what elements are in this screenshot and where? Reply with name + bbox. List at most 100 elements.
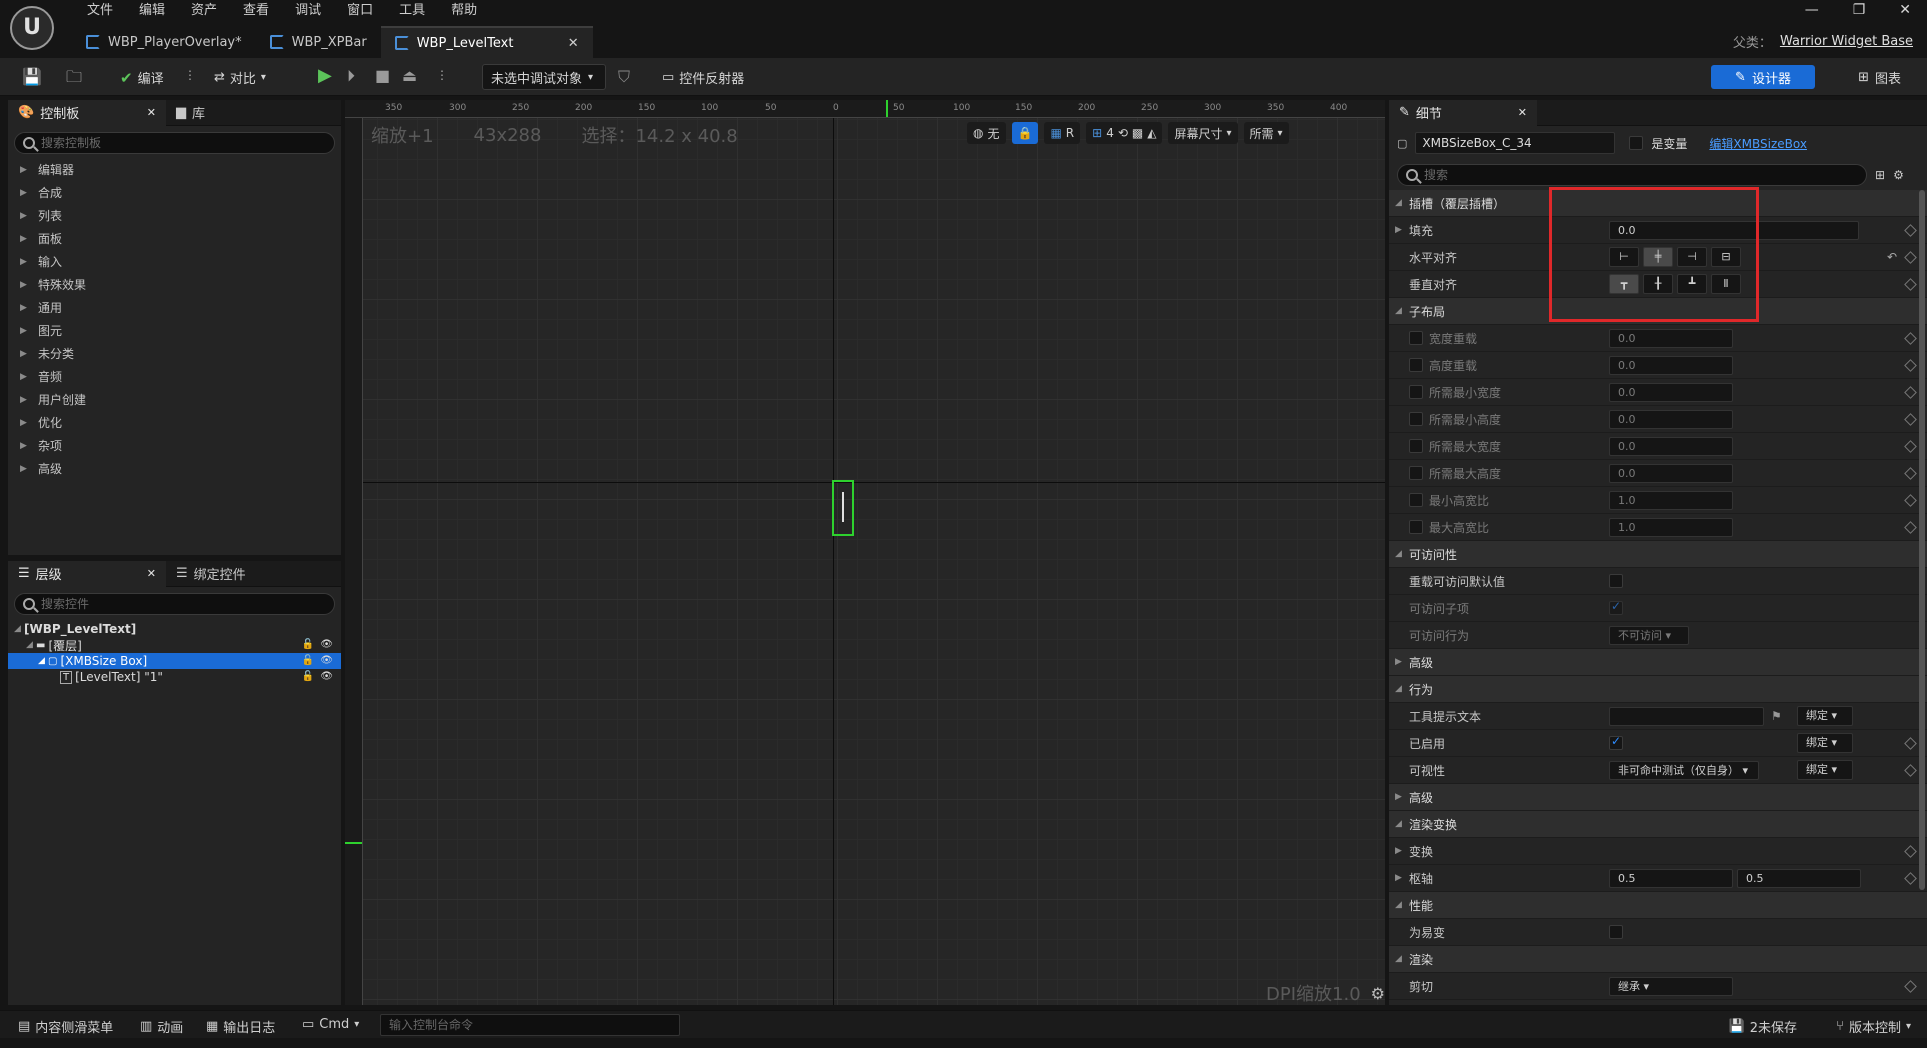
prop-value[interactable]: 0.0 — [1609, 355, 1733, 375]
fill-mode-select[interactable]: 所需 ▾ — [1243, 122, 1289, 144]
diff-button[interactable]: ⇄ 对比 ▾ — [214, 68, 266, 87]
content-drawer-button[interactable]: ▤ 内容侧滑菜单 — [18, 1017, 113, 1036]
bind-button[interactable]: 绑定 ▾ — [1797, 760, 1853, 780]
tab-hierarchy[interactable]: ☰ 层级 ✕ — [8, 560, 166, 587]
category-rendering[interactable]: ◢ 渲染 — [1389, 946, 1927, 973]
table-view-icon[interactable]: ⊞ — [1875, 168, 1885, 182]
override-checkbox[interactable] — [1409, 493, 1423, 507]
keyframe-diamond-icon[interactable] — [1904, 277, 1917, 291]
lock-icon[interactable]: 🔓 — [302, 639, 314, 650]
category-special-effects[interactable]: ▶ 特殊效果 — [8, 273, 341, 296]
console-input[interactable]: 输入控制台命令 — [380, 1014, 680, 1036]
keyframe-diamond-icon[interactable] — [1904, 331, 1917, 345]
eye-icon[interactable]: 👁 — [320, 639, 333, 650]
step-icon[interactable]: ⏵ — [347, 66, 355, 86]
category-audio[interactable]: ▶ 音频 — [8, 365, 341, 388]
close-icon[interactable]: ✕ — [147, 567, 156, 580]
tab-palette[interactable]: 🎨 控制板 ✕ — [8, 99, 166, 126]
bind-button[interactable]: 绑定 ▾ — [1797, 733, 1853, 753]
lock-icon[interactable]: 🔓 — [302, 671, 314, 682]
designer-canvas[interactable]: 缩放+1 43x288 选择：14.2 x 40.8 ◍ 无 🔒 ▦ R ⊞ 4… — [345, 100, 1385, 1005]
eye-icon[interactable]: 👁 — [320, 655, 333, 666]
restore-icon[interactable]: ❐ — [1853, 2, 1866, 18]
details-search[interactable] — [1397, 164, 1867, 186]
keyframe-diamond-icon[interactable] — [1904, 763, 1917, 777]
respect-locks-control[interactable]: ▦ R — [1044, 122, 1081, 144]
category-user-created[interactable]: ▶ 用户创建 — [8, 388, 341, 411]
category-performance[interactable]: ◢ 性能 — [1389, 892, 1927, 919]
override-checkbox[interactable] — [1409, 412, 1423, 426]
clipping-select[interactable]: 继承 ▾ — [1609, 976, 1733, 996]
keyframe-diamond-icon[interactable] — [1904, 844, 1917, 858]
close-icon[interactable]: ✕ — [147, 106, 156, 119]
category-advanced[interactable]: ▶ 高级 — [8, 457, 341, 480]
tree-item-leveltext[interactable]: T [LevelText] "1" 🔓 👁 — [8, 669, 341, 685]
localization-control[interactable]: ◍ 无 — [967, 122, 1006, 144]
caret-right-icon[interactable]: ▶ — [1395, 225, 1405, 235]
menu-tools[interactable]: 工具 — [386, 0, 438, 22]
tab-wbp-playeroverlay[interactable]: WBP_PlayerOverlay* — [72, 26, 256, 58]
pivot-x-input[interactable]: 0.5 — [1609, 868, 1733, 888]
caret-right-icon[interactable]: ▶ — [1395, 873, 1405, 883]
tab-library[interactable]: ▆ 库 — [166, 100, 215, 126]
menu-edit[interactable]: 编辑 — [126, 0, 178, 22]
play-options-icon[interactable]: ⋮ — [436, 68, 448, 82]
prop-value[interactable]: 0.0 — [1609, 409, 1733, 429]
keyframe-diamond-icon[interactable] — [1904, 358, 1917, 372]
cmd-select[interactable]: ▭ Cmd ▾ — [302, 1017, 359, 1032]
override-checkbox[interactable] — [1409, 439, 1423, 453]
details-scrollbar[interactable] — [1919, 190, 1925, 890]
flag-icon[interactable]: ⚑ — [1771, 709, 1782, 723]
widget-reflector-button[interactable]: ▭ 控件反射器 — [662, 68, 744, 87]
source-control-button[interactable]: ⑂ 版本控制 ▾ — [1836, 1017, 1911, 1036]
accessible-behavior-select[interactable]: 不可访问 ▾ — [1609, 625, 1689, 645]
selected-sizebox-widget[interactable] — [832, 480, 854, 536]
keyframe-diamond-icon[interactable] — [1904, 250, 1917, 264]
browse-icon[interactable]: 🗀 — [64, 67, 84, 87]
screen-size-select[interactable]: 屏幕尺寸 ▾ — [1168, 122, 1238, 144]
compile-button[interactable]: ✔ 编译 — [120, 68, 164, 88]
category-composite[interactable]: ▶ 合成 — [8, 181, 341, 204]
keyframe-diamond-icon[interactable] — [1904, 412, 1917, 426]
keyframe-diamond-icon[interactable] — [1904, 979, 1917, 993]
menu-asset[interactable]: 资产 — [178, 0, 230, 22]
debug-target-select[interactable]: 未选中调试对象 ▾ — [482, 64, 606, 90]
category-primitive[interactable]: ▶ 图元 — [8, 319, 341, 342]
tab-wbp-xpbar[interactable]: WBP_XPBar — [256, 26, 381, 58]
override-checkbox[interactable] — [1409, 466, 1423, 480]
prop-value[interactable]: 1.0 — [1609, 490, 1733, 510]
keyframe-diamond-icon[interactable] — [1904, 736, 1917, 750]
pivot-y-input[interactable]: 0.5 — [1737, 868, 1861, 888]
close-window-icon[interactable]: ✕ — [1899, 2, 1911, 18]
enabled-checkbox[interactable] — [1609, 734, 1623, 750]
category-optimization[interactable]: ▶ 优化 — [8, 411, 341, 434]
output-log-button[interactable]: ▦ 输出日志 — [206, 1017, 275, 1036]
prop-value[interactable]: 0.0 — [1609, 463, 1733, 483]
menu-help[interactable]: 帮助 — [438, 0, 490, 22]
category-uncategorized[interactable]: ▶ 未分类 — [8, 342, 341, 365]
eject-icon[interactable]: ⏏ — [402, 66, 417, 85]
bind-button[interactable]: 绑定 ▾ — [1797, 706, 1853, 726]
compile-options-icon[interactable]: ⋮ — [184, 68, 196, 82]
details-search-input[interactable] — [1424, 168, 1838, 182]
tab-bind-widgets[interactable]: ☰ 绑定控件 — [166, 561, 256, 587]
category-advanced-accessibility[interactable]: ▶ 高级 — [1389, 649, 1927, 676]
category-editor[interactable]: ▶ 编辑器 — [8, 158, 341, 181]
tab-details[interactable]: ✎ 细节 ✕ — [1389, 100, 1537, 126]
category-common[interactable]: ▶ 通用 — [8, 296, 341, 319]
override-checkbox[interactable] — [1409, 331, 1423, 345]
grid-snap-control[interactable]: ⊞ 4 ⟲ ▩ ◭ — [1086, 122, 1163, 144]
tab-wbp-leveltext[interactable]: WBP_LevelText ✕ — [380, 26, 593, 58]
override-access-checkbox[interactable] — [1609, 574, 1623, 588]
tooltip-text-input[interactable] — [1609, 706, 1764, 726]
category-panel[interactable]: ▶ 面板 — [8, 227, 341, 250]
unreal-logo-icon[interactable]: U — [10, 6, 54, 50]
palette-search-input[interactable] — [41, 136, 321, 150]
minimize-icon[interactable]: — — [1805, 2, 1819, 18]
caret-right-icon[interactable]: ▶ — [1395, 846, 1405, 856]
play-icon[interactable]: ▶ — [318, 65, 332, 86]
is-variable-checkbox[interactable] — [1629, 136, 1644, 150]
menu-window[interactable]: 窗口 — [334, 0, 386, 22]
keyframe-diamond-icon[interactable] — [1904, 223, 1917, 237]
debug-filter-icon[interactable]: ⛉ — [614, 67, 634, 87]
